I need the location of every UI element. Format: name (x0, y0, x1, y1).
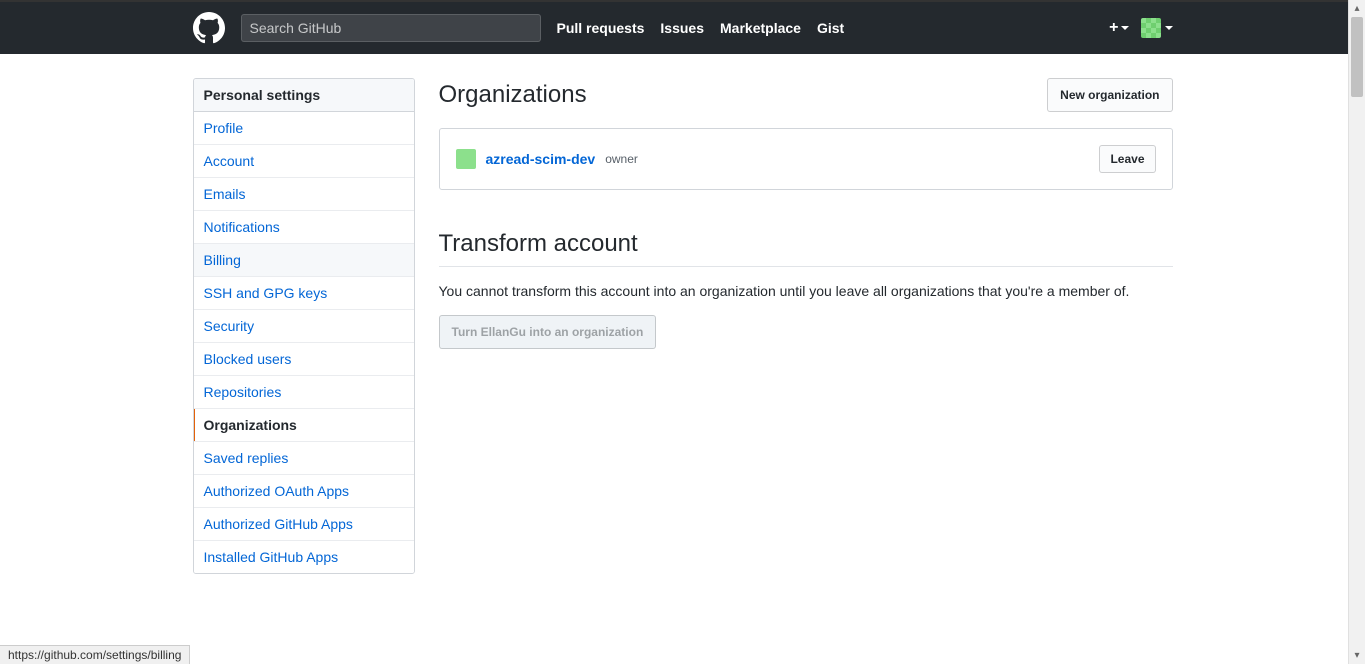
search-input[interactable] (250, 20, 532, 36)
sidebar-item-repositories[interactable]: Repositories (194, 376, 414, 409)
transform-title: Transform account (439, 230, 1173, 267)
scroll-up-icon[interactable]: ▴ (1349, 0, 1365, 17)
main-content: Organizations New organization azread-sc… (439, 78, 1173, 574)
vertical-scrollbar[interactable]: ▴ ▾ (1348, 0, 1365, 664)
sidebar-item-emails[interactable]: Emails (194, 178, 414, 211)
github-logo-icon[interactable] (193, 12, 225, 44)
nav-links: Pull requests Issues Marketplace Gist (557, 20, 845, 36)
sidebar-item-account[interactable]: Account (194, 145, 414, 178)
sidebar-item-security[interactable]: Security (194, 310, 414, 343)
top-header: Pull requests Issues Marketplace Gist + (0, 2, 1365, 54)
sidebar-item-blocked-users[interactable]: Blocked users (194, 343, 414, 376)
nav-issues[interactable]: Issues (660, 20, 704, 36)
sidebar-item-ssh-gpg[interactable]: SSH and GPG keys (194, 277, 414, 310)
user-menu[interactable] (1141, 18, 1173, 38)
sidebar-item-organizations[interactable]: Organizations (194, 409, 414, 442)
sidebar-heading: Personal settings (194, 79, 414, 112)
sidebar-item-profile[interactable]: Profile (194, 112, 414, 145)
settings-sidebar: Personal settings Profile Account Emails… (193, 78, 415, 574)
sidebar-item-installed-github-apps[interactable]: Installed GitHub Apps (194, 541, 414, 573)
nav-gist[interactable]: Gist (817, 20, 844, 36)
create-new-menu[interactable]: + (1109, 19, 1128, 37)
leave-org-button[interactable]: Leave (1099, 145, 1155, 173)
sidebar-item-billing[interactable]: Billing (194, 244, 414, 277)
org-avatar-icon (456, 149, 476, 169)
org-role-label: owner (605, 152, 638, 166)
plus-icon: + (1109, 19, 1118, 37)
caret-down-icon (1165, 26, 1173, 30)
caret-down-icon (1121, 26, 1129, 30)
browser-status-bar: https://github.com/settings/billing (0, 645, 190, 664)
sidebar-item-saved-replies[interactable]: Saved replies (194, 442, 414, 475)
org-name-link[interactable]: azread-scim-dev (486, 151, 596, 167)
sidebar-item-notifications[interactable]: Notifications (194, 211, 414, 244)
sidebar-item-authorized-github-apps[interactable]: Authorized GitHub Apps (194, 508, 414, 541)
sidebar-item-authorized-oauth[interactable]: Authorized OAuth Apps (194, 475, 414, 508)
transform-description: You cannot transform this account into a… (439, 283, 1173, 299)
scroll-down-icon[interactable]: ▾ (1349, 647, 1365, 664)
new-organization-button[interactable]: New organization (1047, 78, 1172, 112)
search-wrap[interactable] (241, 14, 541, 42)
org-row: azread-scim-dev owner Leave (439, 128, 1173, 190)
avatar (1141, 18, 1161, 38)
nav-pull-requests[interactable]: Pull requests (557, 20, 645, 36)
scroll-thumb[interactable] (1351, 17, 1363, 97)
transform-account-button: Turn EllanGu into an organization (439, 315, 657, 349)
page-title: Organizations (439, 81, 1048, 109)
nav-marketplace[interactable]: Marketplace (720, 20, 801, 36)
